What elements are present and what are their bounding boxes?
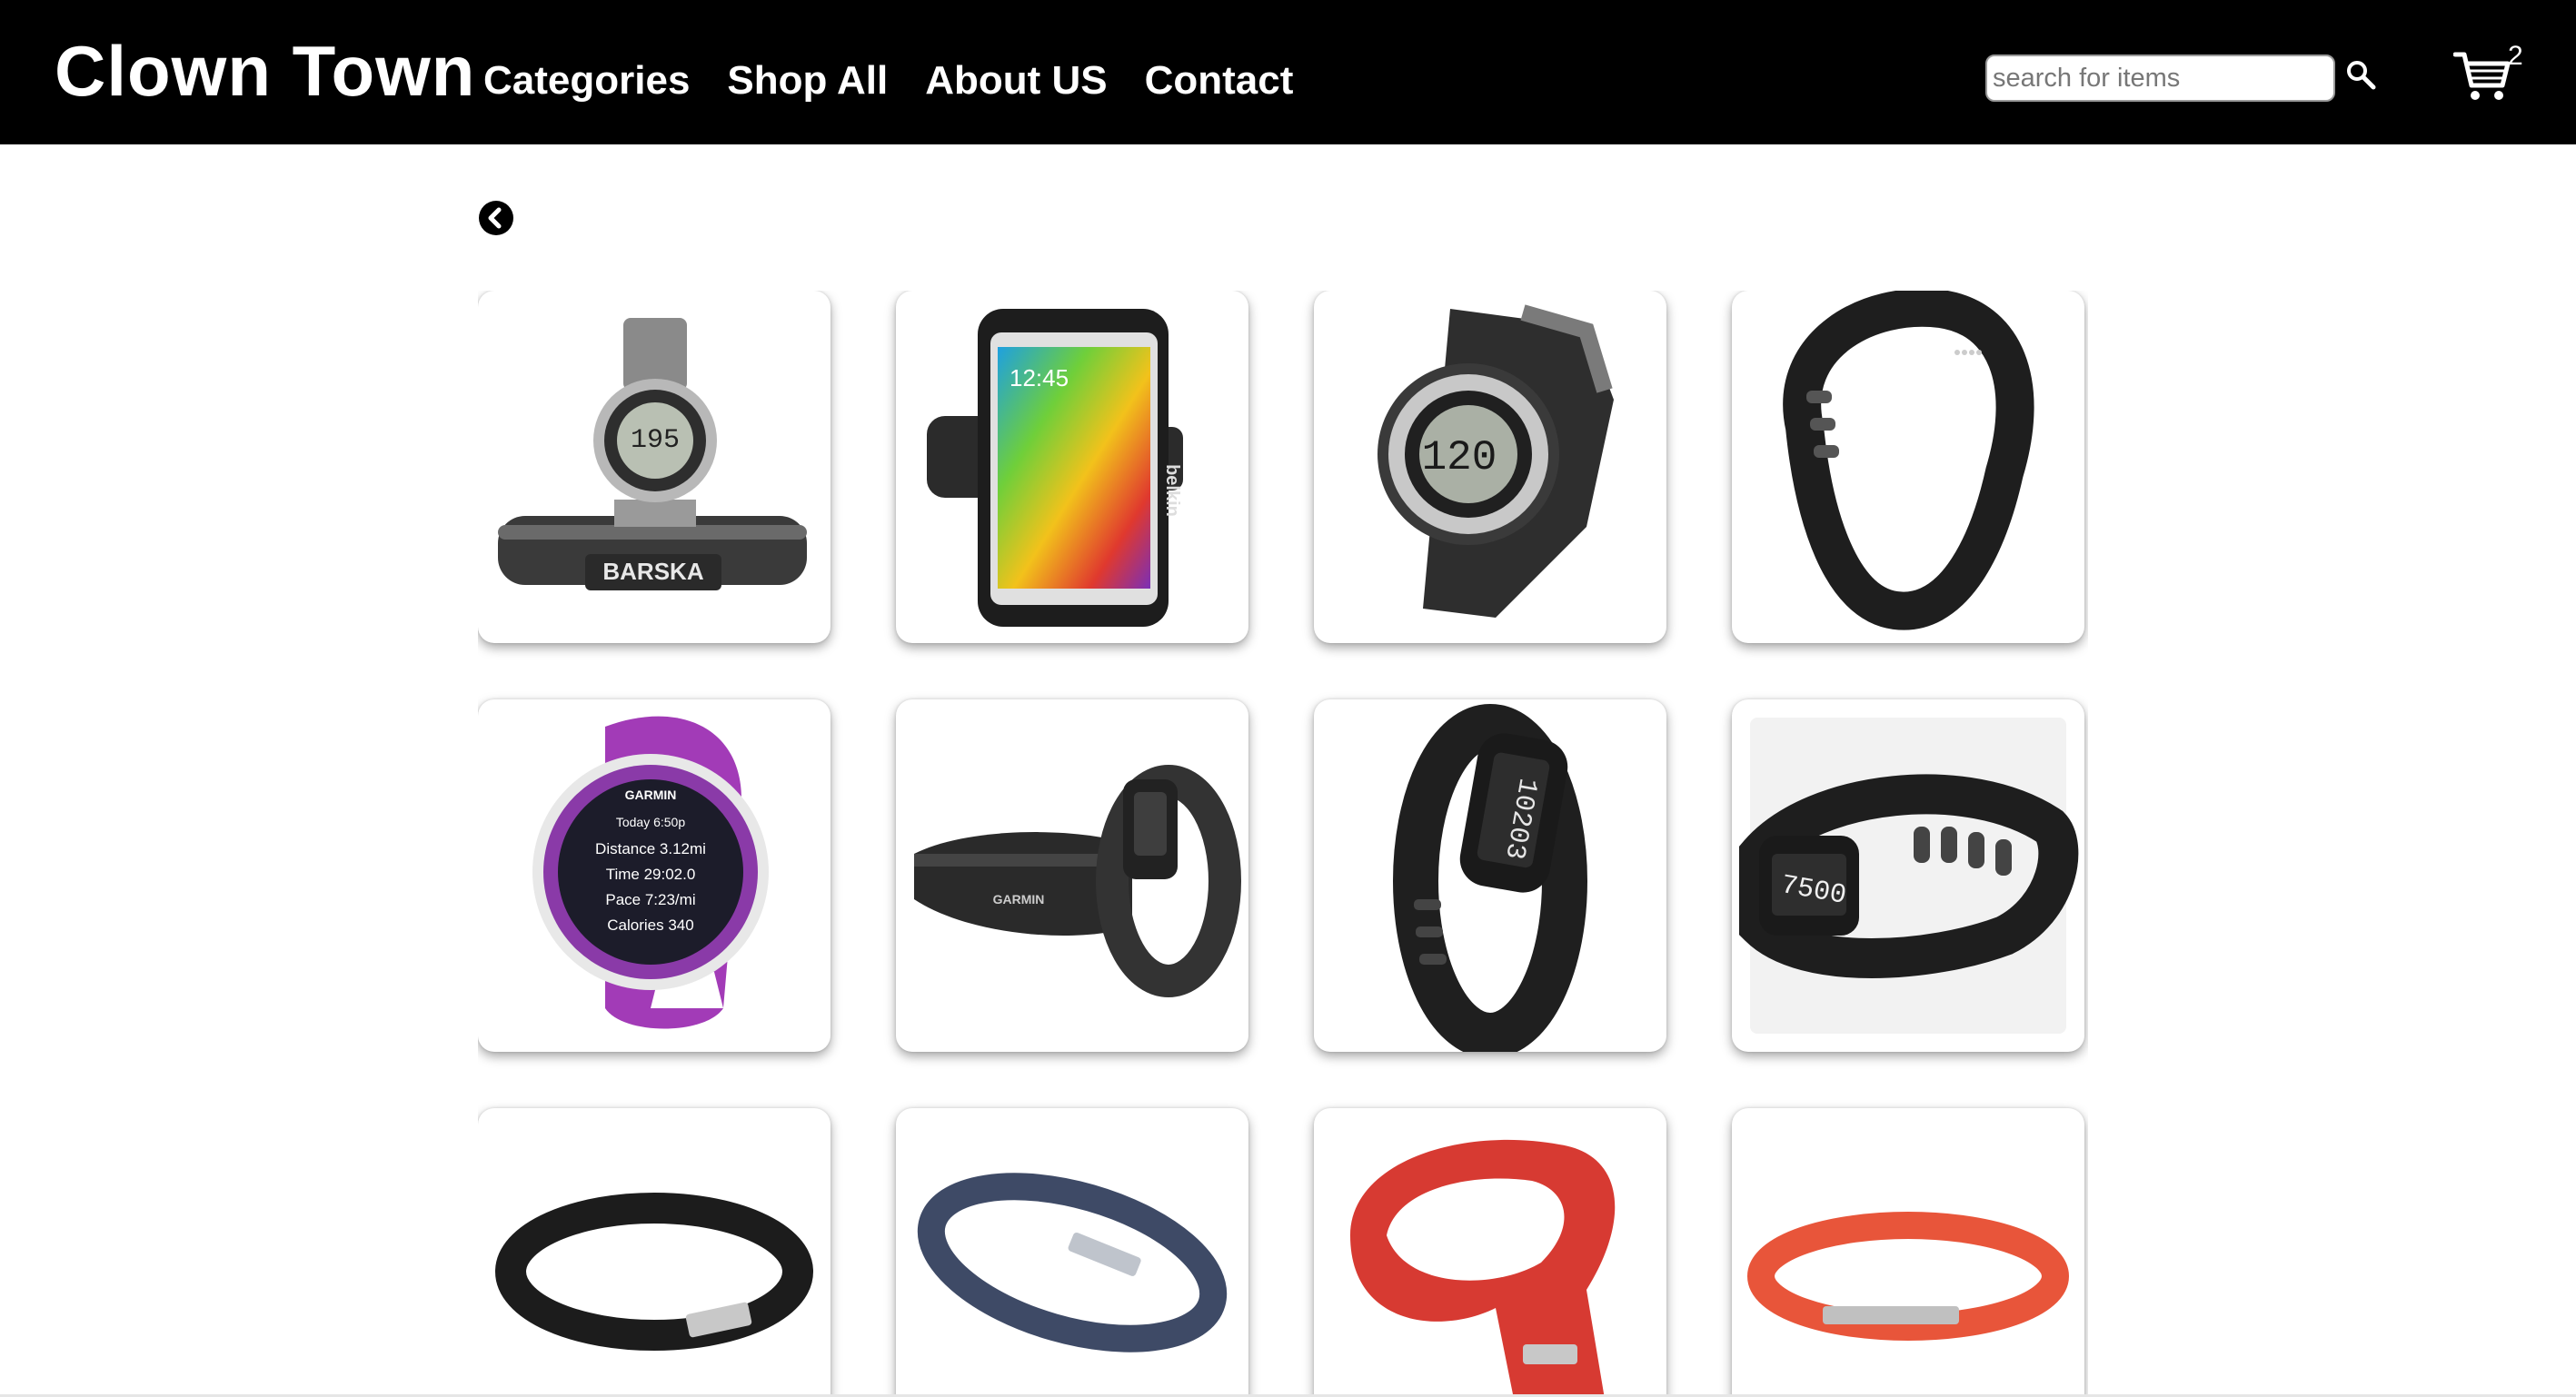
svg-text:belkin: belkin [1162, 464, 1182, 517]
search-input[interactable] [1985, 54, 2335, 102]
product-card[interactable]: 10203 [1314, 699, 1666, 1052]
jawbone-red-image [1350, 1139, 1616, 1397]
brand-logo-text[interactable]: Clown Town [55, 27, 475, 114]
search-icon[interactable] [2344, 58, 2377, 91]
heart-rate-watch-image: 120 [1378, 304, 1614, 618]
barska-watch-image: BARSKA 195 [498, 318, 807, 590]
nav-about-us[interactable]: About US [925, 51, 1107, 111]
product-card[interactable] [1732, 1108, 2084, 1397]
garmin-vivofit-strap-image: GARMIN [914, 765, 1241, 997]
product-card[interactable] [896, 1108, 1248, 1397]
product-card[interactable] [1314, 1108, 1666, 1397]
jawbone-orange-image [1747, 1212, 2069, 1341]
svg-text:Time 29:02.0: Time 29:02.0 [606, 866, 696, 883]
product-card[interactable]: GARMIN Today 6:50p Distance 3.12mi Time … [478, 699, 830, 1052]
svg-text:Today 6:50p: Today 6:50p [616, 815, 685, 829]
product-card[interactable]: 12:45 belkin [896, 291, 1248, 643]
product-card[interactable]: 120 [1314, 291, 1666, 643]
svg-text:Distance 3.12mi: Distance 3.12mi [595, 840, 706, 857]
chevron-left-circle-icon[interactable] [478, 200, 514, 236]
product-card[interactable] [1732, 291, 2084, 643]
garmin-vivofit-black-image: 7500 [1739, 718, 2079, 1034]
product-card[interactable]: GARMIN [896, 699, 1248, 1052]
product-grid: BARSKA 195 12:45 belkin 120 GARMIN Today… [478, 291, 2088, 1397]
garmin-forerunner-image: GARMIN Today 6:50p Distance 3.12mi Time … [532, 716, 769, 1029]
main-nav: Categories Shop All About US Contact [483, 51, 1293, 111]
nav-contact[interactable]: Contact [1145, 51, 1294, 111]
nav-shop-all[interactable]: Shop All [727, 51, 888, 111]
svg-text:12:45: 12:45 [1010, 364, 1069, 391]
jawbone-navy-image [917, 1173, 1228, 1352]
svg-text:GARMIN: GARMIN [625, 788, 677, 802]
garmin-vivofit-band-image: 10203 [1393, 704, 1587, 1052]
cart-count-badge: 2 [2508, 41, 2523, 71]
belkin-armband-image: 12:45 belkin [927, 309, 1183, 627]
barska-logo-text: BARSKA [602, 558, 703, 585]
svg-text:Calories 340: Calories 340 [607, 916, 693, 934]
cart-icon[interactable] [2453, 49, 2511, 104]
svg-text:GARMIN: GARMIN [993, 892, 1045, 907]
black-band-image [1783, 291, 2034, 630]
product-card[interactable]: BARSKA 195 [478, 291, 830, 643]
svg-text:120: 120 [1422, 434, 1497, 481]
svg-text:Pace 7:23/mi: Pace 7:23/mi [605, 891, 695, 908]
product-card[interactable] [478, 1108, 830, 1397]
svg-text:195: 195 [631, 425, 680, 456]
top-navbar: Clown Town Categories Shop All About US … [0, 0, 2576, 144]
product-card[interactable]: 7500 [1732, 699, 2084, 1052]
jawbone-black-image [495, 1193, 813, 1351]
nav-categories[interactable]: Categories [483, 51, 690, 111]
